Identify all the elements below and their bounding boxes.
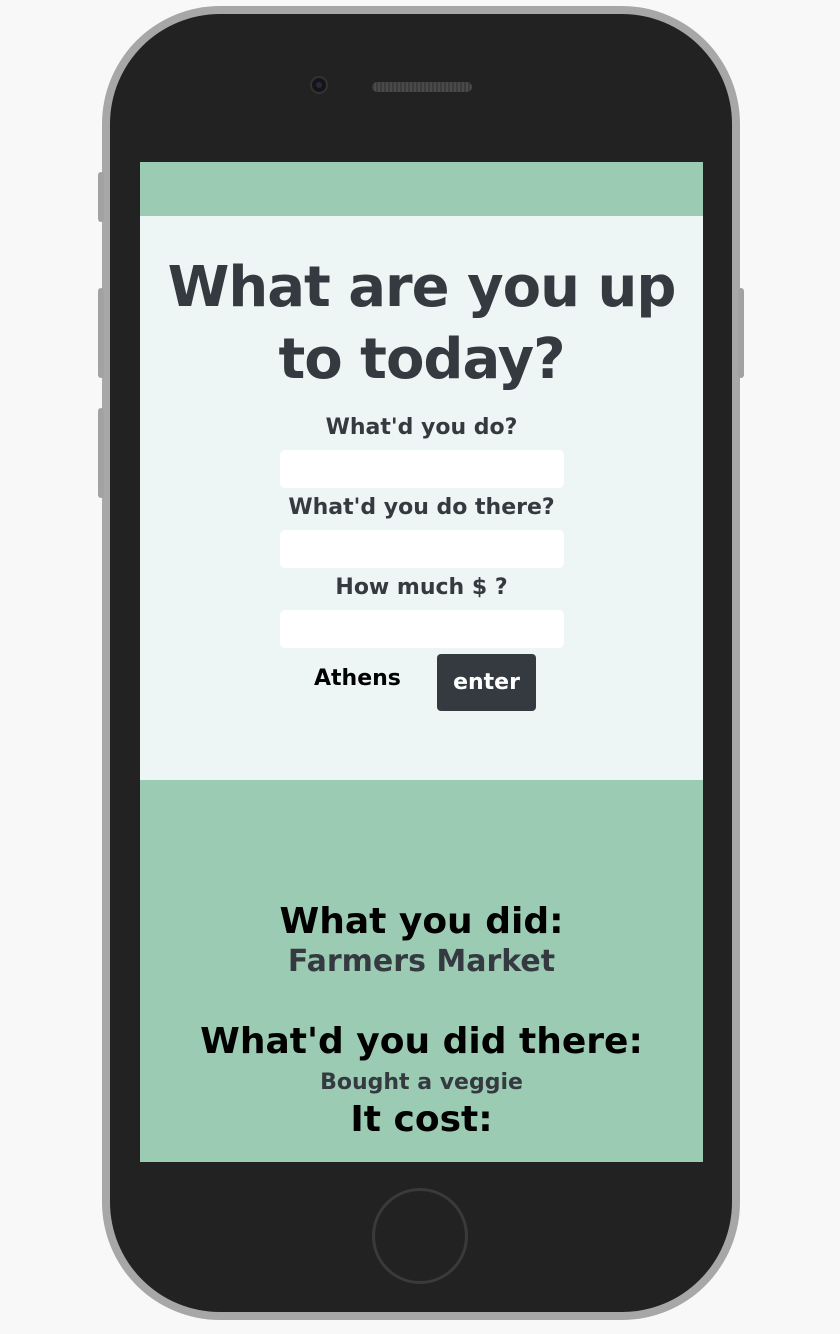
page-title: What are you up to today?: [167, 255, 677, 392]
app-screen: What are you up to today? What'd you do?…: [140, 162, 703, 1162]
camera-icon: [310, 76, 328, 94]
entry-form: What are you up to today? What'd you do?…: [140, 216, 703, 780]
activity-detail-input[interactable]: [279, 530, 564, 568]
top-band: [140, 162, 703, 216]
city-label: Athens: [314, 666, 401, 691]
there-value: Bought a veggie: [320, 1070, 523, 1095]
activity-label: What'd you do?: [325, 415, 518, 440]
phone-power-button: [738, 288, 744, 378]
activity-detail-label: What'd you do there?: [288, 495, 555, 520]
results-panel: What you did: Farmers Market What'd you …: [140, 780, 703, 1142]
activity-input[interactable]: [279, 450, 564, 488]
cost-heading: It cost:: [350, 1099, 493, 1140]
there-heading: What'd you did there:: [200, 1021, 643, 1062]
cost-label: How much $ ?: [335, 575, 508, 600]
cost-input[interactable]: [279, 610, 564, 648]
enter-button[interactable]: enter: [437, 654, 536, 711]
speaker-grille-icon: [372, 82, 472, 92]
did-heading: What you did:: [279, 901, 564, 942]
home-button-icon[interactable]: [372, 1188, 468, 1284]
did-value: Farmers Market: [287, 944, 556, 979]
form-actions: Athens enter: [140, 654, 703, 712]
phone-silent-switch: [98, 172, 104, 222]
phone-volume-down-button: [98, 408, 104, 498]
phone-volume-up-button: [98, 288, 104, 378]
